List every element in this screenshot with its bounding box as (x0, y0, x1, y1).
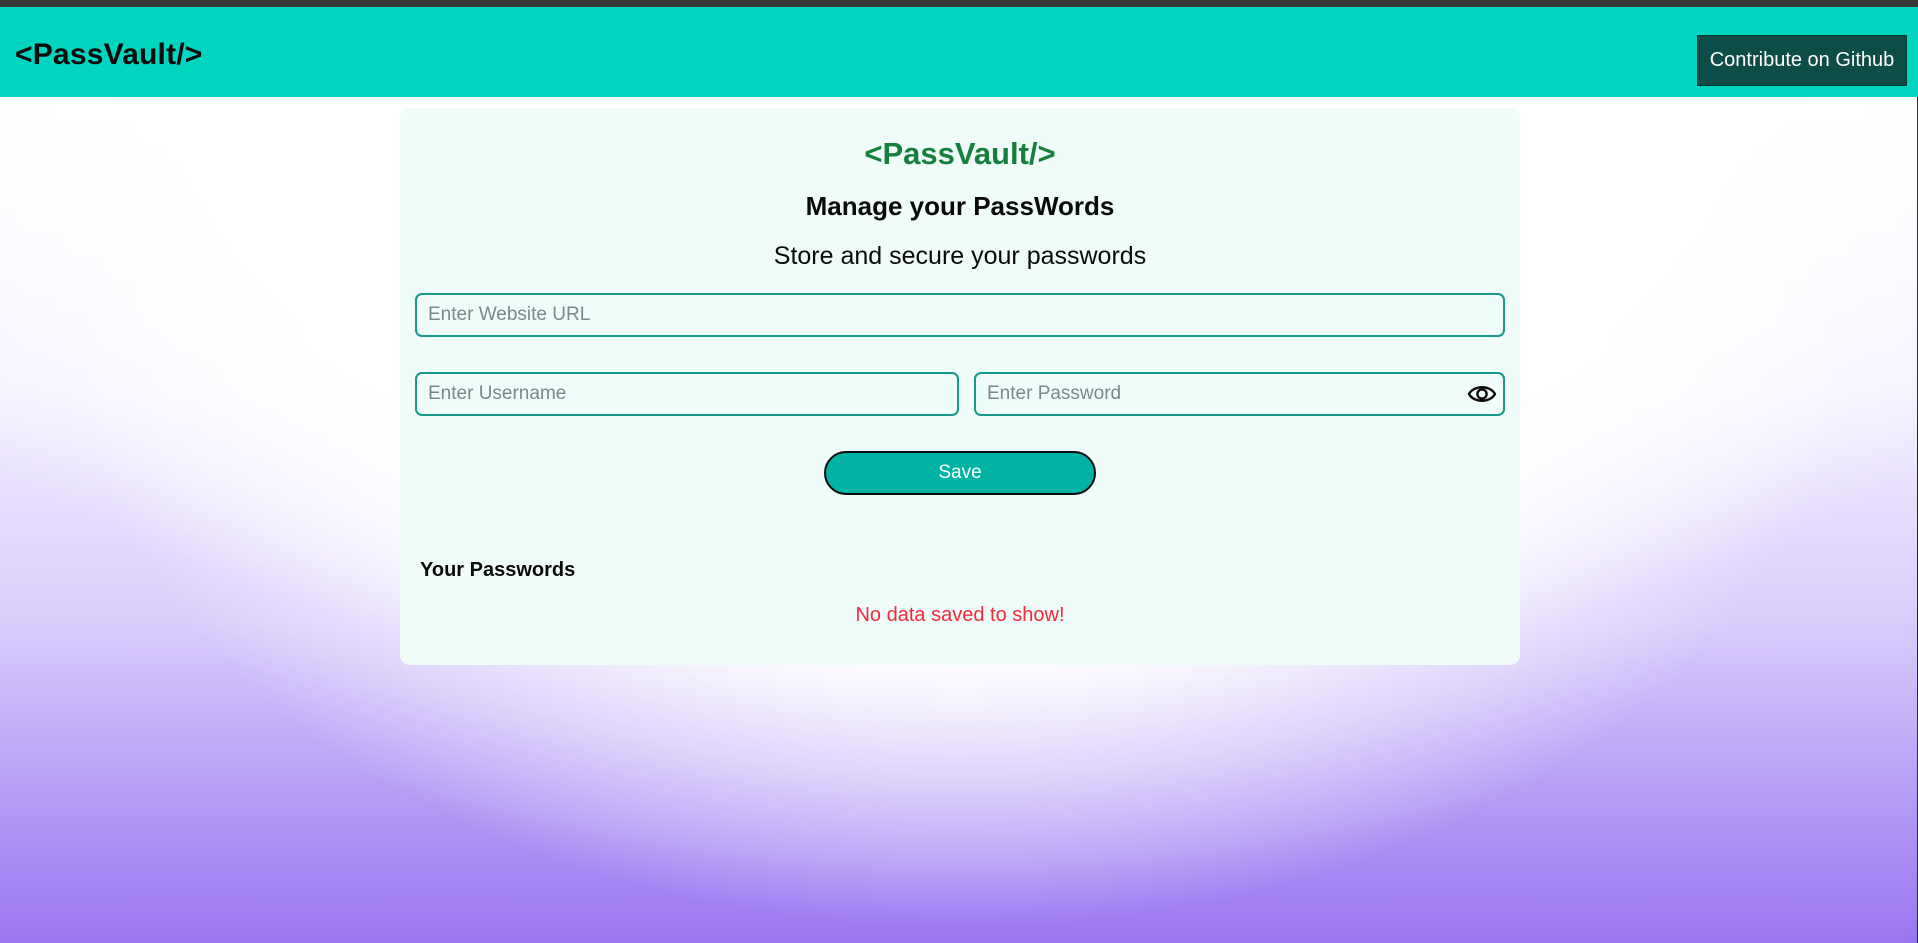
navbar: <PassVault/> Contribute on Github (0, 7, 1918, 97)
password-input[interactable] (974, 372, 1505, 416)
username-input[interactable] (415, 372, 959, 416)
page-title: Manage your PassWords (805, 191, 1115, 221)
contribute-github-button[interactable]: Contribute on Github (1697, 35, 1907, 86)
website-url-input[interactable] (415, 293, 1505, 337)
save-button[interactable]: Save (824, 451, 1096, 495)
password-manager-card: <PassVault/> Manage your PassWords Store… (400, 108, 1520, 665)
password-field-wrapper (974, 372, 1505, 416)
card-logo: <PassVault/> (864, 136, 1056, 171)
empty-state-message: No data saved to show! (855, 604, 1065, 626)
navbar-brand[interactable]: <PassVault/> (15, 38, 203, 72)
eye-icon[interactable] (1467, 380, 1497, 408)
window-top-strip (0, 0, 1918, 7)
page-subtitle: Store and secure your passwords (773, 242, 1147, 270)
your-passwords-heading: Your Passwords (420, 559, 576, 581)
